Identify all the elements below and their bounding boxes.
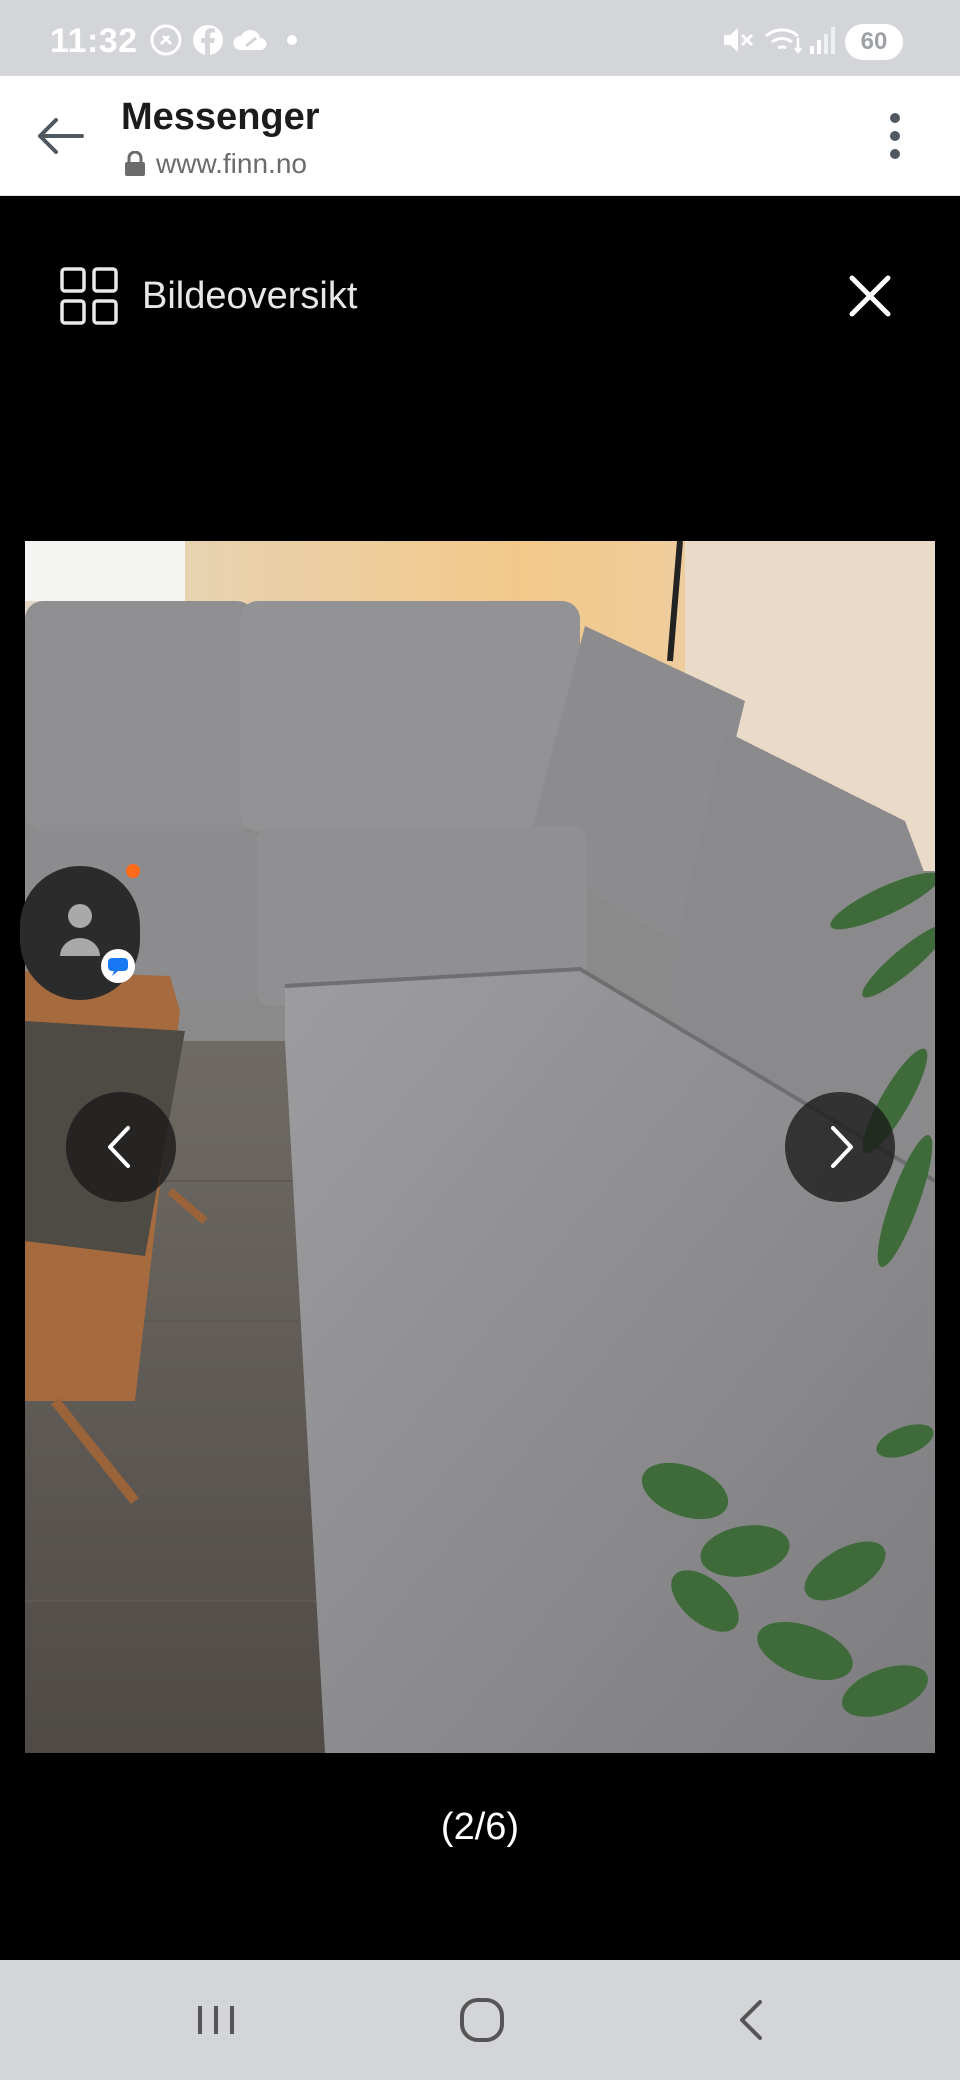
image-counter: (2/6) <box>440 1806 520 1848</box>
messenger-chat-head[interactable] <box>20 866 140 1000</box>
chevron-right-icon <box>831 1126 853 1168</box>
signal-icon <box>810 27 835 54</box>
recent-apps-icon[interactable] <box>186 1990 246 2050</box>
back-arrow-icon[interactable] <box>30 106 90 166</box>
status-bar: 11:32 60 <box>0 0 960 76</box>
mute-icon <box>724 28 754 52</box>
facebook-icon <box>193 25 223 55</box>
back-nav-icon[interactable] <box>722 1990 782 2050</box>
wifi-icon <box>765 28 802 55</box>
notification-dot <box>126 864 140 878</box>
url-row: www.finn.no <box>124 148 307 180</box>
image-viewer: Bildeoversikt (2/6) <box>0 196 960 1960</box>
close-icon[interactable] <box>846 272 894 320</box>
chevron-left-icon <box>108 1126 130 1168</box>
dot-icon <box>287 35 297 45</box>
grid-icon <box>60 267 118 325</box>
image-overview-button[interactable]: Bildeoversikt <box>60 266 357 326</box>
next-image-button[interactable] <box>785 1092 895 1202</box>
home-icon[interactable] <box>452 1990 512 2050</box>
page-url: www.finn.no <box>156 148 307 179</box>
image-overview-label: Bildeoversikt <box>142 274 358 317</box>
lock-icon <box>125 151 145 176</box>
battery-indicator: 60 <box>845 24 903 60</box>
app-header: Messenger www.finn.no <box>0 76 960 196</box>
previous-image-button[interactable] <box>66 1092 176 1202</box>
shazam-icon <box>150 24 182 56</box>
page-title: Messenger <box>121 96 320 138</box>
messenger-badge-icon <box>101 949 135 983</box>
status-time: 11:32 <box>50 22 138 60</box>
system-nav-bar <box>0 1960 960 2080</box>
more-options-icon[interactable] <box>880 106 910 166</box>
cloud-icon <box>233 29 267 50</box>
